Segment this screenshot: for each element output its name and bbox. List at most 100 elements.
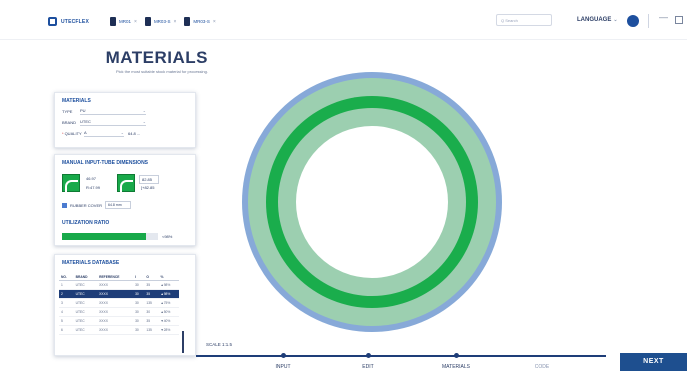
page-subtitle: Pick the most suitable stock material fo…	[115, 69, 208, 74]
table-row[interactable]: 4 UTEC XXXX 30 30 ▲50%	[59, 307, 179, 317]
table-row[interactable]: 1 UTEC XXXX 30 35 ▲98%	[59, 280, 179, 290]
brand-value: UTEC	[80, 119, 91, 124]
table-row[interactable]: 6 UTEC XXXX 30 135 ▼28%	[59, 325, 179, 335]
table-cell-ref: XXXX	[97, 298, 134, 308]
table-cell-o: 30	[144, 307, 159, 317]
table-cell-ref: XXXX	[97, 280, 134, 290]
table-cell-pct: ▼40%	[158, 316, 179, 326]
type-value: PU	[80, 108, 86, 113]
type-select[interactable]: TYPE PU ⌄	[62, 108, 188, 115]
step-dot[interactable]	[366, 353, 371, 358]
maximize-icon[interactable]	[675, 16, 683, 24]
next-button[interactable]: NEXT	[620, 353, 687, 371]
avatar[interactable]	[627, 15, 639, 27]
progress-stepper: INPUT EDIT MATERIALS CODE	[196, 353, 616, 371]
utilization-title: UTILIZATION RATIO	[62, 220, 110, 226]
quality-label: QUALITY	[64, 131, 82, 136]
step-dot[interactable]	[454, 353, 459, 358]
divider	[648, 14, 649, 28]
table-cell-i: 30	[133, 325, 145, 335]
step-dot[interactable]	[281, 353, 286, 358]
step-label-code[interactable]: CODE	[535, 364, 549, 370]
table-row[interactable]: 3 UTEC XXXX 30 135 ▲75%	[59, 298, 179, 308]
rubber-cover-label: RUBBER COVER	[70, 202, 103, 208]
search-input[interactable]: Q Search	[496, 14, 552, 26]
scale-label: SCALE 1:1.5	[206, 342, 233, 347]
document-tabs: MR01 × MR03-S × MR03-S ×	[110, 17, 216, 26]
step-label-materials[interactable]: MATERIALS	[442, 364, 470, 370]
step-label-input[interactable]: INPUT	[276, 364, 291, 370]
tube1-dim-b[interactable]: R:47.99	[84, 184, 104, 191]
table-cell-brand: UTEC	[73, 307, 98, 317]
tab-mr03-s[interactable]: MR03-S ×	[144, 17, 176, 26]
table-cell-brand: UTEC	[73, 289, 98, 299]
tube1-dim-a[interactable]: 46.97	[84, 175, 104, 182]
table-cell-brand: UTEC	[73, 325, 98, 335]
chevron-down-icon: ⌄	[613, 17, 618, 23]
table-cell-ref: XXXX	[97, 307, 134, 317]
table-cell-o: 135	[144, 298, 159, 308]
table-cell-no: 2	[59, 289, 74, 299]
dimensions-panel: MANUAL INPUT-TUBE DIMENSIONS 46.97 R:47.…	[54, 154, 196, 246]
table-cell-pct: ▲98%	[158, 280, 179, 290]
table-cell-brand: UTEC	[73, 298, 98, 308]
utilization-bar	[62, 233, 158, 240]
logo-icon	[48, 17, 57, 26]
tube2-dim-a[interactable]: 82.85	[139, 175, 159, 184]
type-label: TYPE	[62, 109, 73, 114]
tab-mr03-s-2[interactable]: MR03-S ×	[184, 17, 216, 26]
rubber-cover-checkbox[interactable]	[62, 202, 67, 208]
table-row[interactable]: 5 UTEC XXXX 30 35 ▼40%	[59, 316, 179, 326]
app-logo[interactable]: UTECFLEX	[48, 17, 89, 26]
logo-text: UTECFLEX	[61, 18, 89, 25]
quality-select[interactable]: *QUALITY A ⌄ 64.8 ...	[62, 130, 188, 137]
chevron-down-icon: ⌄	[142, 108, 146, 113]
table-cell-o: 135	[144, 325, 159, 335]
table-cell-no: 4	[59, 307, 74, 317]
utilization-label: <98%	[162, 234, 173, 239]
table-row[interactable]: 2 UTEC XXXX 30 35 ▲98%	[59, 289, 179, 299]
close-icon[interactable]: ×	[134, 19, 137, 25]
utilization-bar-fill	[62, 233, 147, 240]
dimensions-title: MANUAL INPUT-TUBE DIMENSIONS	[62, 160, 149, 166]
rubber-cover-input[interactable]: 64.8 mm	[105, 201, 132, 209]
step-label-edit[interactable]: EDIT	[362, 364, 373, 370]
scrollbar[interactable]	[182, 331, 184, 353]
required-mark: *	[62, 131, 64, 136]
table-cell-pct: ▲75%	[158, 298, 179, 308]
table-cell-pct: ▲50%	[158, 307, 179, 317]
materials-panel: MATERIALS TYPE PU ⌄ BRAND UTEC ⌄ *QUALITY …	[54, 92, 196, 148]
language-selector[interactable]: LANGUAGE ⌄	[577, 17, 618, 23]
minimize-icon[interactable]: —	[659, 12, 668, 22]
quality-value: A	[84, 130, 87, 135]
table-cell-no: 6	[59, 325, 74, 335]
quality-unit-value: 64.8 ...	[128, 131, 141, 136]
chevron-down-icon: ⌄	[120, 130, 124, 135]
language-label: LANGUAGE	[577, 17, 612, 23]
chevron-down-icon: ⌄	[142, 119, 146, 124]
database-title: MATERIALS DATABASE	[62, 260, 120, 266]
tube-profile-icon[interactable]	[62, 174, 80, 193]
table-cell-pct: ▲98%	[158, 289, 179, 299]
document-icon	[144, 17, 151, 26]
table-cell-i: 30	[133, 289, 145, 299]
table-cell-i: 30	[133, 298, 145, 308]
table-cell-i: 30	[133, 307, 145, 317]
table-cell-no: 5	[59, 316, 74, 326]
database-table: NO. BRAND REFERENCE I O % 1 UTEC XXXX 30 35 ▲…	[59, 274, 179, 335]
brand-select[interactable]: BRAND UTEC ⌄	[62, 119, 188, 126]
tube-cross-section-canvas	[242, 72, 502, 332]
table-cell-i: 30	[133, 316, 145, 326]
table-cell-o: 35	[144, 289, 159, 299]
bore	[296, 126, 448, 278]
table-cell-o: 35	[144, 280, 159, 290]
database-panel: MATERIALS DATABASE NO. BRAND REFERENCE I…	[54, 254, 196, 356]
tab-mr01[interactable]: MR01 ×	[110, 17, 137, 26]
close-icon[interactable]: ×	[173, 19, 176, 25]
tube2-dim-b[interactable]: [+82.85	[139, 184, 159, 191]
close-icon[interactable]: ×	[213, 19, 216, 25]
tube-profile-icon-2[interactable]	[117, 174, 135, 193]
table-cell-brand: UTEC	[73, 280, 98, 290]
table-cell-o: 35	[144, 316, 159, 326]
table-cell-ref: XXXX	[97, 325, 134, 335]
